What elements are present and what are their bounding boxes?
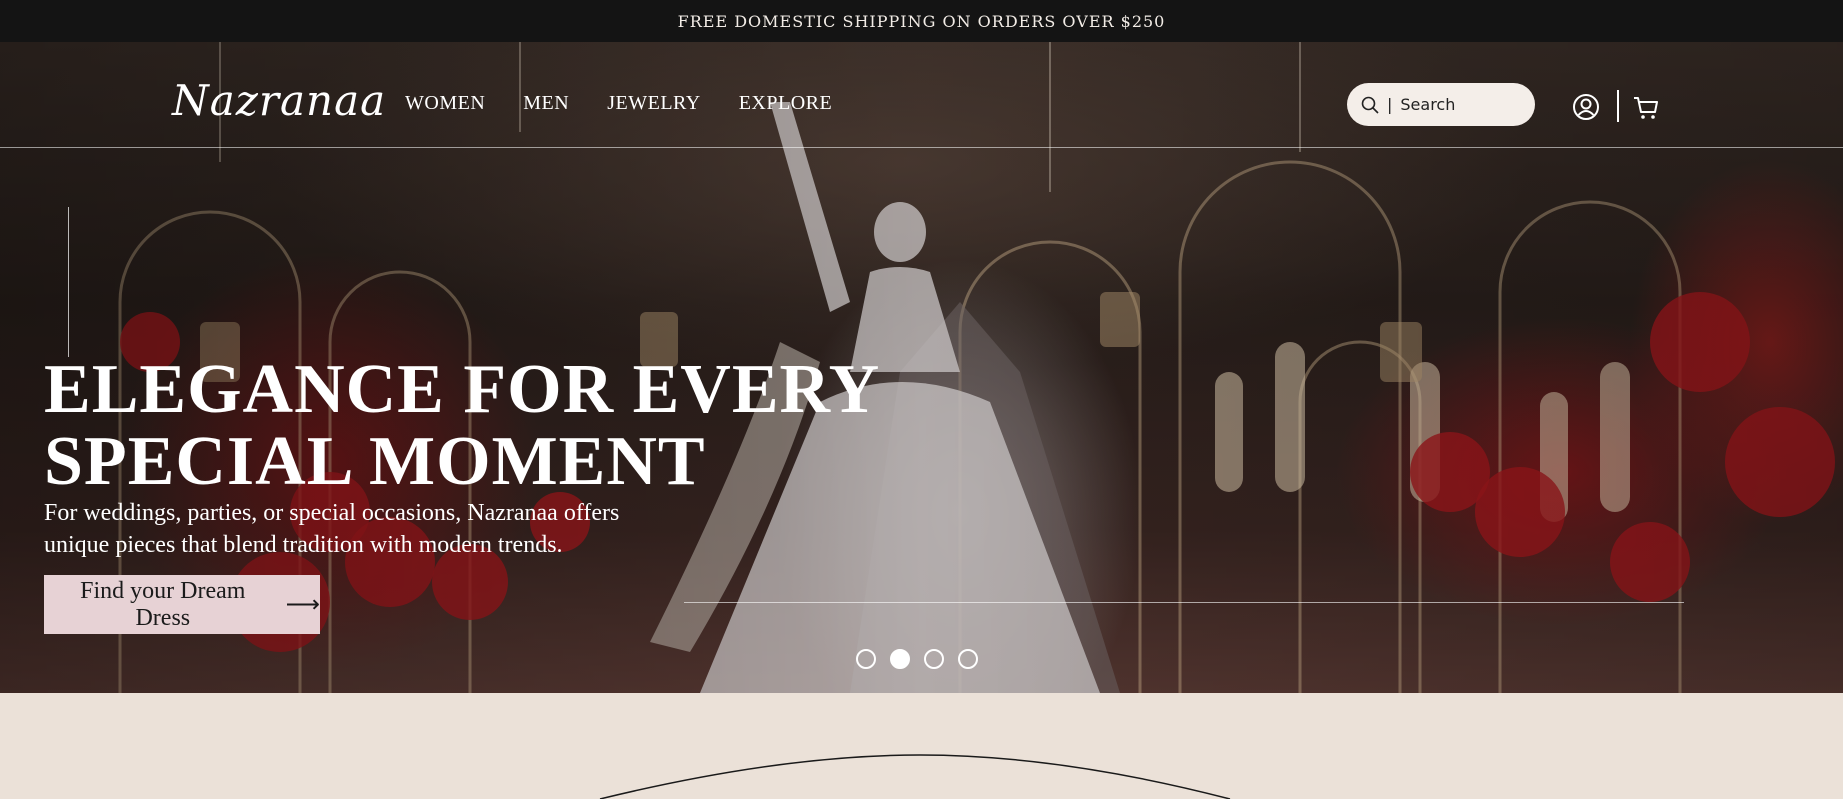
next-section [0, 693, 1843, 799]
carousel-dot-4[interactable] [958, 649, 978, 669]
announcement-bar: FREE DOMESTIC SHIPPING ON ORDERS OVER $2… [0, 0, 1843, 42]
cta-label: Find your Dream Dress [80, 577, 246, 631]
nav-item-men[interactable]: MEN [523, 92, 569, 115]
hero-headline-line1: ELEGANCE FOR EVERY [44, 351, 881, 428]
main-nav: WOMEN MEN JEWELRY EXPLORE [405, 92, 870, 115]
site-header: Nazranaa WOMEN MEN JEWELRY EXPLORE | [0, 42, 1843, 148]
decorative-arch [599, 754, 1231, 799]
hero-subtext-line1: For weddings, parties, or special occasi… [44, 500, 620, 526]
cart-icon[interactable] [1631, 92, 1661, 122]
carousel-dots [856, 649, 978, 669]
hero-subtext-line2: unique pieces that blend tradition with … [44, 532, 563, 558]
search-box[interactable]: | [1347, 83, 1535, 126]
search-icon [1361, 96, 1379, 114]
header-divider [1617, 90, 1619, 122]
search-input[interactable] [1400, 95, 1521, 114]
carousel-dot-3[interactable] [924, 649, 944, 669]
nav-item-women[interactable]: WOMEN [405, 92, 485, 115]
search-caret: | [1387, 95, 1393, 114]
user-circle-icon[interactable] [1571, 92, 1601, 122]
announcement-text: FREE DOMESTIC SHIPPING ON ORDERS OVER $2… [677, 11, 1166, 31]
nav-item-explore[interactable]: EXPLORE [739, 92, 833, 115]
hero-subtext: For weddings, parties, or special occasi… [44, 497, 744, 561]
find-dream-dress-button[interactable]: Find your Dream Dress ⟶ [44, 575, 320, 634]
hero-headline-line2: SPECIAL MOMENT [44, 423, 706, 500]
hero-accent-line [68, 207, 69, 357]
hero-headline: ELEGANCE FOR EVERY SPECIAL MOMENT [44, 354, 944, 498]
nav-item-jewelry[interactable]: JEWELRY [607, 92, 701, 115]
hero-divider-line [684, 602, 1684, 603]
carousel-dot-2[interactable] [890, 649, 910, 669]
hero-banner: Nazranaa WOMEN MEN JEWELRY EXPLORE | Sea… [0, 42, 1843, 693]
brand-logo[interactable]: Nazranaa [172, 76, 386, 125]
arrow-right-icon: ⟶ [285, 592, 320, 618]
carousel-dot-1[interactable] [856, 649, 876, 669]
